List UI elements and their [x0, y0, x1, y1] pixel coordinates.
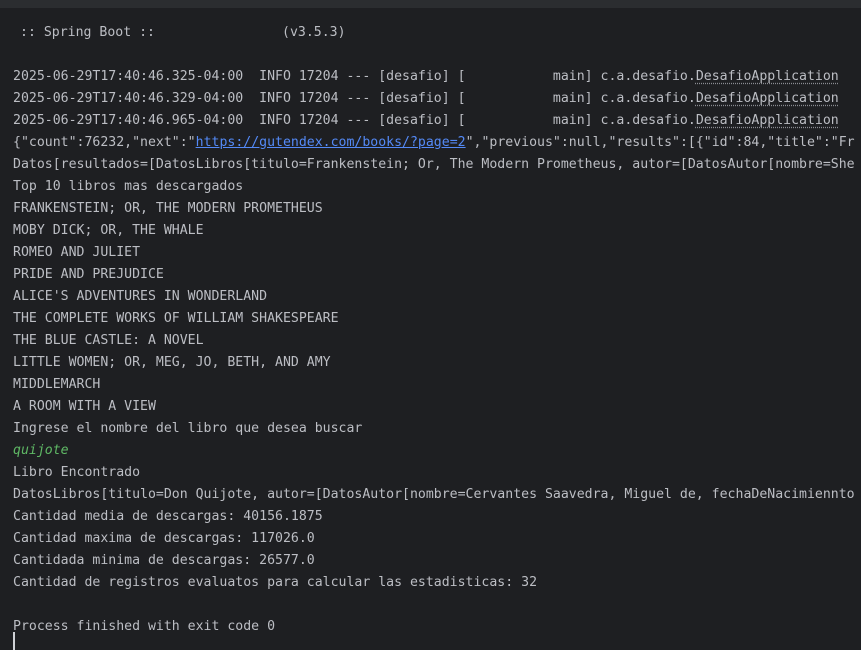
top-book-item: MOBY DICK; OR, THE WHALE — [13, 223, 204, 238]
book-found-message: Libro Encontrado — [13, 465, 141, 480]
log-class-link[interactable]: DesafioApplication — [696, 69, 839, 84]
top-book-item: A ROOM WITH A VIEW — [13, 399, 156, 414]
next-page-link[interactable]: https://gutendex.com/books/?page=2 — [196, 135, 466, 150]
log-line: 2025-06-29T17:40:46.329-04:00 INFO 17204… — [13, 91, 839, 106]
user-input-text: quijote — [13, 443, 69, 458]
log-line: 2025-06-29T17:40:46.965-04:00 INFO 17204… — [13, 113, 839, 128]
top-book-item: ALICE'S ADVENTURES IN WONDERLAND — [13, 289, 268, 304]
search-prompt: Ingrese el nombre del libro que desea bu… — [13, 421, 363, 436]
top-book-item: THE COMPLETE WORKS OF WILLIAM SHAKESPEAR… — [13, 311, 339, 326]
top-books-title: Top 10 libros mas descargados — [13, 179, 244, 194]
datos-line: Datos[resultados=[DatosLibros[titulo=Fra… — [13, 157, 855, 172]
process-exit-message: Process finished with exit code 0 — [13, 619, 276, 634]
spring-boot-banner: :: Spring Boot :: (v3.5.3) — [20, 25, 346, 40]
stat-average: Cantidad media de descargas: 40156.1875 — [13, 509, 323, 524]
log-class-link[interactable]: DesafioApplication — [696, 91, 839, 106]
json-response-line: {"count":76232,"next":"https://gutendex.… — [13, 135, 855, 150]
top-book-item: MIDDLEMARCH — [13, 377, 101, 392]
top-book-item: PRIDE AND PREJUDICE — [13, 267, 164, 282]
top-book-item: THE BLUE CASTLE: A NOVEL — [13, 333, 204, 348]
top-book-item: LITTLE WOMEN; OR, MEG, JO, BETH, AND AMY — [13, 355, 331, 370]
log-class-link[interactable]: DesafioApplication — [696, 113, 839, 128]
book-found-details: DatosLibros[titulo=Don Quijote, autor=[D… — [13, 487, 855, 502]
run-console-output[interactable]: :: Spring Boot :: (v3.5.3) 2025-06-29T17… — [0, 8, 861, 650]
window-top-bar — [0, 0, 861, 8]
stat-count: Cantidad de registros evaluatos para cal… — [13, 575, 538, 590]
stat-minimum: Cantidada minima de descargas: 26577.0 — [13, 553, 315, 568]
stat-maximum: Cantidad maxima de descargas: 117026.0 — [13, 531, 315, 546]
text-cursor — [13, 632, 15, 650]
top-book-item: FRANKENSTEIN; OR, THE MODERN PROMETHEUS — [13, 201, 323, 216]
log-line: 2025-06-29T17:40:46.325-04:00 INFO 17204… — [13, 69, 839, 84]
top-book-item: ROMEO AND JULIET — [13, 245, 141, 260]
